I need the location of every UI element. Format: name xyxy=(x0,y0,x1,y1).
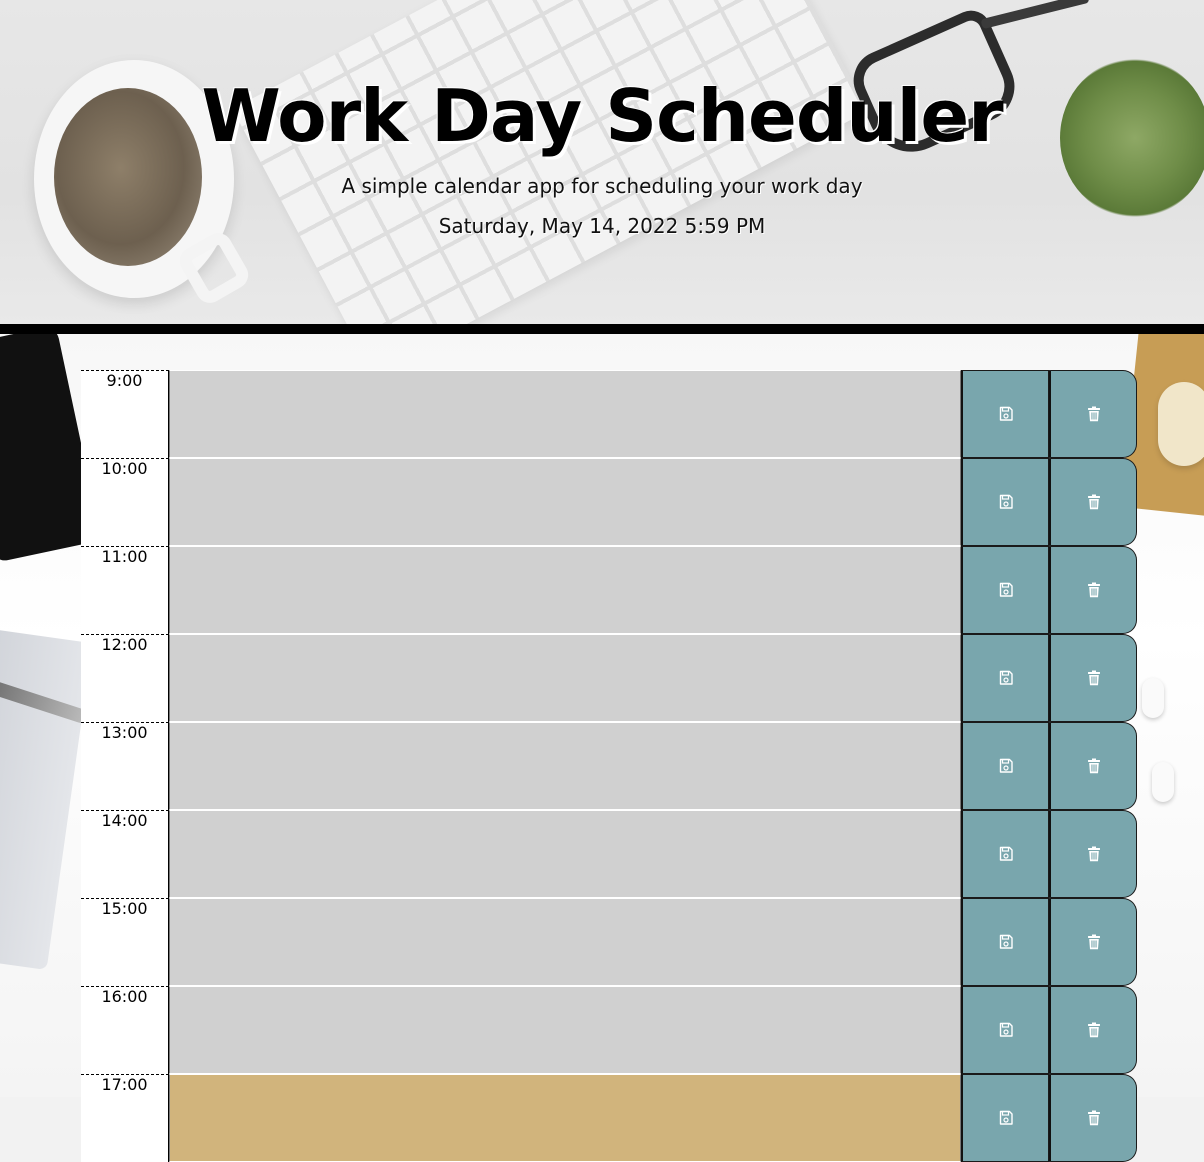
save-button[interactable] xyxy=(961,634,1049,722)
trash-icon xyxy=(1087,406,1100,422)
delete-button[interactable] xyxy=(1049,986,1137,1074)
floppy-disk-icon xyxy=(999,758,1013,773)
glasses-arm-image xyxy=(980,0,1090,30)
hour-label: 17:00 xyxy=(81,1074,169,1162)
trash-icon xyxy=(1087,934,1100,950)
event-description-input[interactable] xyxy=(169,458,961,546)
hour-label: 11:00 xyxy=(81,546,169,634)
header-divider xyxy=(0,324,1204,334)
trash-icon xyxy=(1087,1110,1100,1126)
hour-label: 9:00 xyxy=(81,370,169,458)
time-block-row: 15:00 xyxy=(81,898,1137,986)
hour-label: 13:00 xyxy=(81,722,169,810)
notebook-image xyxy=(0,627,93,971)
floppy-disk-icon xyxy=(999,846,1013,861)
earbud-image xyxy=(1152,762,1174,802)
delete-button[interactable] xyxy=(1049,370,1137,458)
time-block-list: 9:00 10:00 11:00 12:00 13:00 14:00 15:00… xyxy=(81,370,1137,1162)
event-description-input[interactable] xyxy=(169,546,961,634)
floppy-disk-icon xyxy=(999,1022,1013,1037)
hour-label: 14:00 xyxy=(81,810,169,898)
save-button[interactable] xyxy=(961,986,1049,1074)
delete-button[interactable] xyxy=(1049,898,1137,986)
hour-label: 15:00 xyxy=(81,898,169,986)
delete-button[interactable] xyxy=(1049,1074,1137,1162)
delete-button[interactable] xyxy=(1049,722,1137,810)
event-description-input[interactable] xyxy=(169,1074,961,1162)
floppy-disk-icon xyxy=(999,1110,1013,1125)
floppy-disk-icon xyxy=(999,582,1013,597)
save-button[interactable] xyxy=(961,722,1049,810)
hour-label: 12:00 xyxy=(81,634,169,722)
delete-button[interactable] xyxy=(1049,634,1137,722)
event-description-input[interactable] xyxy=(169,370,961,458)
time-block-row: 17:00 xyxy=(81,1074,1137,1162)
delete-button[interactable] xyxy=(1049,810,1137,898)
event-description-input[interactable] xyxy=(169,986,961,1074)
page-subtitle: A simple calendar app for scheduling you… xyxy=(341,174,863,198)
time-block-row: 13:00 xyxy=(81,722,1137,810)
hour-label: 16:00 xyxy=(81,986,169,1074)
delete-button[interactable] xyxy=(1049,546,1137,634)
time-block-row: 12:00 xyxy=(81,634,1137,722)
save-button[interactable] xyxy=(961,810,1049,898)
page-title: Work Day Scheduler xyxy=(201,74,1003,158)
floppy-disk-icon xyxy=(999,934,1013,949)
mouse-image xyxy=(1158,382,1204,466)
floppy-disk-icon xyxy=(999,670,1013,685)
delete-button[interactable] xyxy=(1049,458,1137,546)
event-description-input[interactable] xyxy=(169,898,961,986)
trash-icon xyxy=(1087,846,1100,862)
time-block-row: 9:00 xyxy=(81,370,1137,458)
trash-icon xyxy=(1087,1022,1100,1038)
keyboard-image xyxy=(232,0,868,324)
save-button[interactable] xyxy=(961,1074,1049,1162)
event-description-input[interactable] xyxy=(169,722,961,810)
time-block-row: 16:00 xyxy=(81,986,1137,1074)
trash-icon xyxy=(1087,670,1100,686)
hour-label: 10:00 xyxy=(81,458,169,546)
event-description-input[interactable] xyxy=(169,810,961,898)
trash-icon xyxy=(1087,758,1100,774)
header-jumbotron: Work Day Scheduler A simple calendar app… xyxy=(0,0,1204,324)
earbud-image xyxy=(1142,678,1164,718)
time-block-row: 10:00 xyxy=(81,458,1137,546)
time-block-row: 11:00 xyxy=(81,546,1137,634)
trash-icon xyxy=(1087,582,1100,598)
time-block-row: 14:00 xyxy=(81,810,1137,898)
trash-icon xyxy=(1087,494,1100,510)
floppy-disk-icon xyxy=(999,494,1013,509)
floppy-disk-icon xyxy=(999,406,1013,421)
save-button[interactable] xyxy=(961,546,1049,634)
save-button[interactable] xyxy=(961,898,1049,986)
event-description-input[interactable] xyxy=(169,634,961,722)
save-button[interactable] xyxy=(961,458,1049,546)
current-day: Saturday, May 14, 2022 5:59 PM xyxy=(438,214,766,238)
save-button[interactable] xyxy=(961,370,1049,458)
